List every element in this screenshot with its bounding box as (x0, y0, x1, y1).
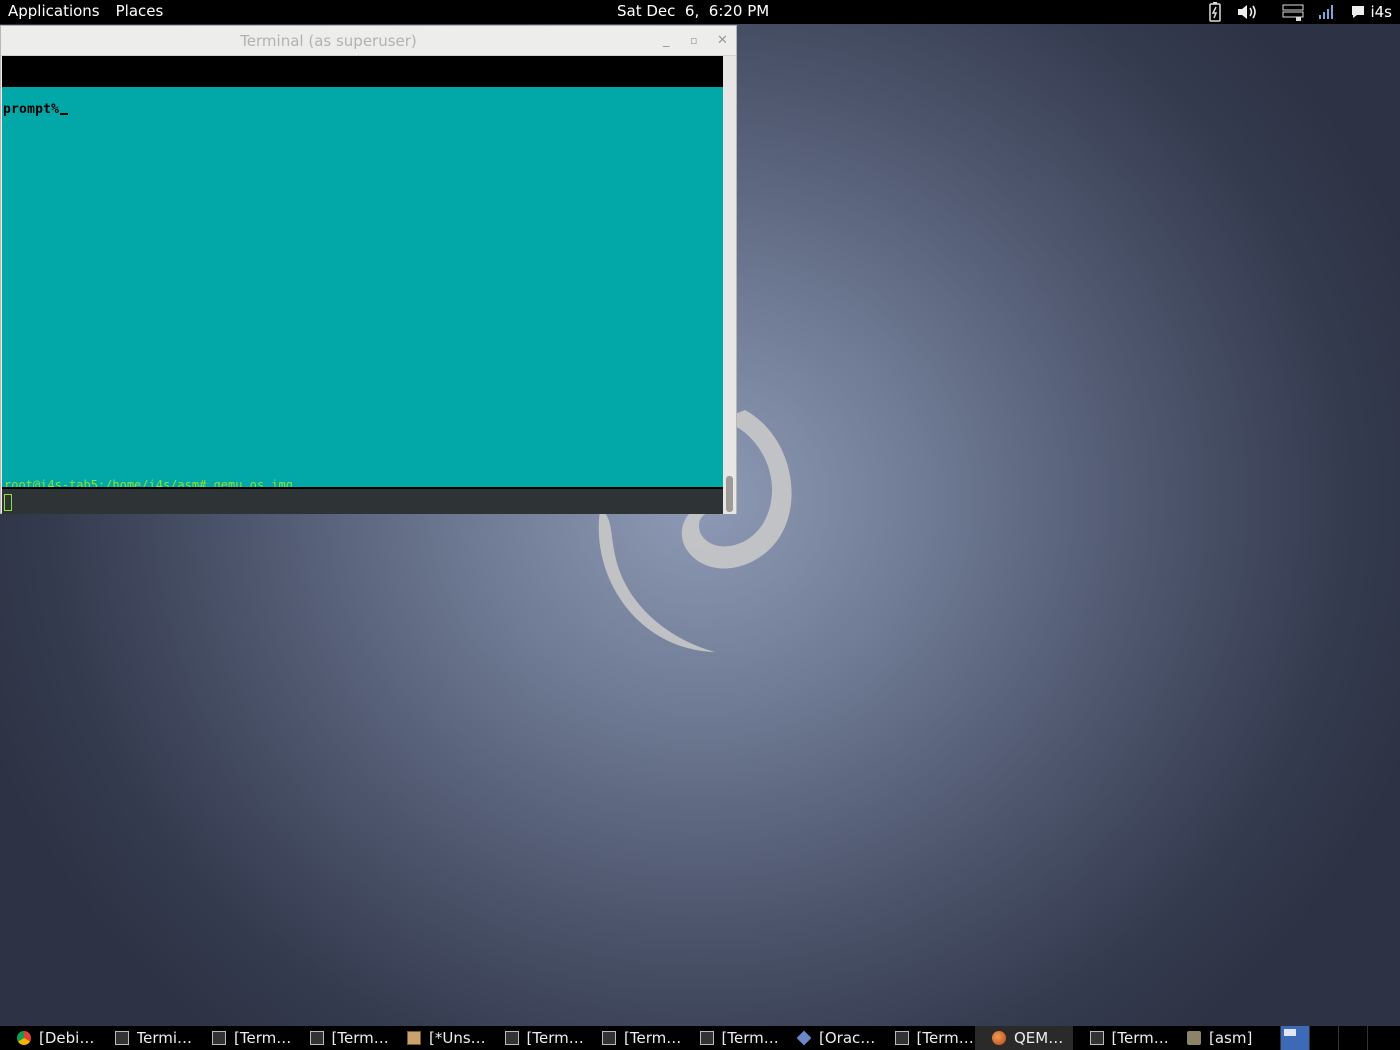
shell-command-line: root@i4s-tab5:/home/i4s/asm# qemu os.img (4, 479, 293, 487)
folder-icon (1187, 1031, 1201, 1045)
task-terminal[interactable]: [Term… (195, 1026, 293, 1050)
terminal-icon (504, 1031, 519, 1045)
chrome-icon (17, 1031, 31, 1045)
system-tray: i4s (1208, 0, 1400, 24)
qemu-prompt: prompt% (3, 102, 69, 117)
applications-menu[interactable]: Applications (8, 2, 100, 20)
task-terminal[interactable]: [Term… (488, 1026, 586, 1050)
task-text-editor[interactable]: [*Uns… (390, 1026, 488, 1050)
task-terminal[interactable]: [Term… (1073, 1026, 1171, 1050)
workspace-1[interactable] (1279, 1026, 1309, 1050)
task-qemu[interactable]: QEM… (975, 1026, 1073, 1050)
terminal-window: Terminal (as superuser) _ ▫ ✕ prompt% ro… (0, 25, 737, 514)
terminal-icon (212, 1031, 226, 1045)
signal-icon[interactable] (1318, 0, 1334, 24)
task-virtualbox[interactable]: [Orac… (780, 1026, 878, 1050)
text-editor-icon (407, 1031, 421, 1045)
workspace-2[interactable] (1308, 1026, 1338, 1050)
taskbar: [Debi… Termi… [Term… [Term… [*Uns… [Term… (0, 1026, 1400, 1050)
user-menu[interactable]: i4s (1370, 3, 1392, 21)
workspace-switcher (1279, 1026, 1396, 1050)
task-terminal[interactable]: [Term… (585, 1026, 683, 1050)
volume-icon[interactable] (1236, 0, 1260, 24)
terminal-icon (699, 1031, 714, 1045)
task-debian-browser[interactable]: [Debi… (0, 1026, 98, 1050)
qemu-icon (992, 1031, 1006, 1045)
terminal-icon (1089, 1031, 1104, 1045)
terminal-icon (602, 1031, 616, 1045)
window-title: Terminal (as superuser) (240, 32, 417, 50)
virtualbox-icon (796, 1030, 812, 1046)
task-folder-asm[interactable]: [asm] (1170, 1026, 1268, 1050)
scrollbar-thumb[interactable] (726, 476, 733, 512)
task-terminal[interactable]: [Term… (683, 1026, 781, 1050)
desktop: { "top_panel": { "menus": ["Applications… (0, 0, 1400, 1050)
terminal-scrollbar[interactable] (723, 56, 736, 514)
network-icon[interactable] (1282, 0, 1304, 24)
window-titlebar[interactable]: Terminal (as superuser) _ ▫ ✕ (1, 26, 736, 56)
maximize-button[interactable]: ▫ (690, 34, 697, 47)
chat-icon[interactable] (1350, 0, 1366, 24)
terminal-icon (309, 1031, 324, 1045)
task-terminal[interactable]: Termi… (98, 1026, 196, 1050)
top-menu: Applications Places (8, 2, 163, 20)
shell-cursor (4, 494, 12, 511)
terminal-icon (894, 1031, 909, 1045)
top-panel: Applications Places Sat Dec 6, 6:20 PM i… (0, 0, 1400, 24)
qemu-cursor (60, 113, 69, 115)
task-terminal[interactable]: [Term… (293, 1026, 391, 1050)
terminal-icon (114, 1031, 129, 1045)
task-terminal[interactable]: [Term… (878, 1026, 976, 1050)
workspace-4[interactable] (1366, 1026, 1396, 1050)
qemu-screen[interactable]: prompt% (2, 87, 723, 489)
battery-icon[interactable] (1208, 0, 1222, 24)
clock[interactable]: Sat Dec 6, 6:20 PM (617, 2, 769, 20)
places-menu[interactable]: Places (116, 2, 164, 20)
minimize-button[interactable]: _ (663, 33, 670, 48)
close-button[interactable]: ✕ (717, 33, 728, 48)
workspace-3[interactable] (1337, 1026, 1367, 1050)
terminal-content[interactable]: prompt% root@i4s-tab5:/home/i4s/asm# qem… (2, 56, 723, 514)
qemu-menubar (2, 56, 723, 87)
